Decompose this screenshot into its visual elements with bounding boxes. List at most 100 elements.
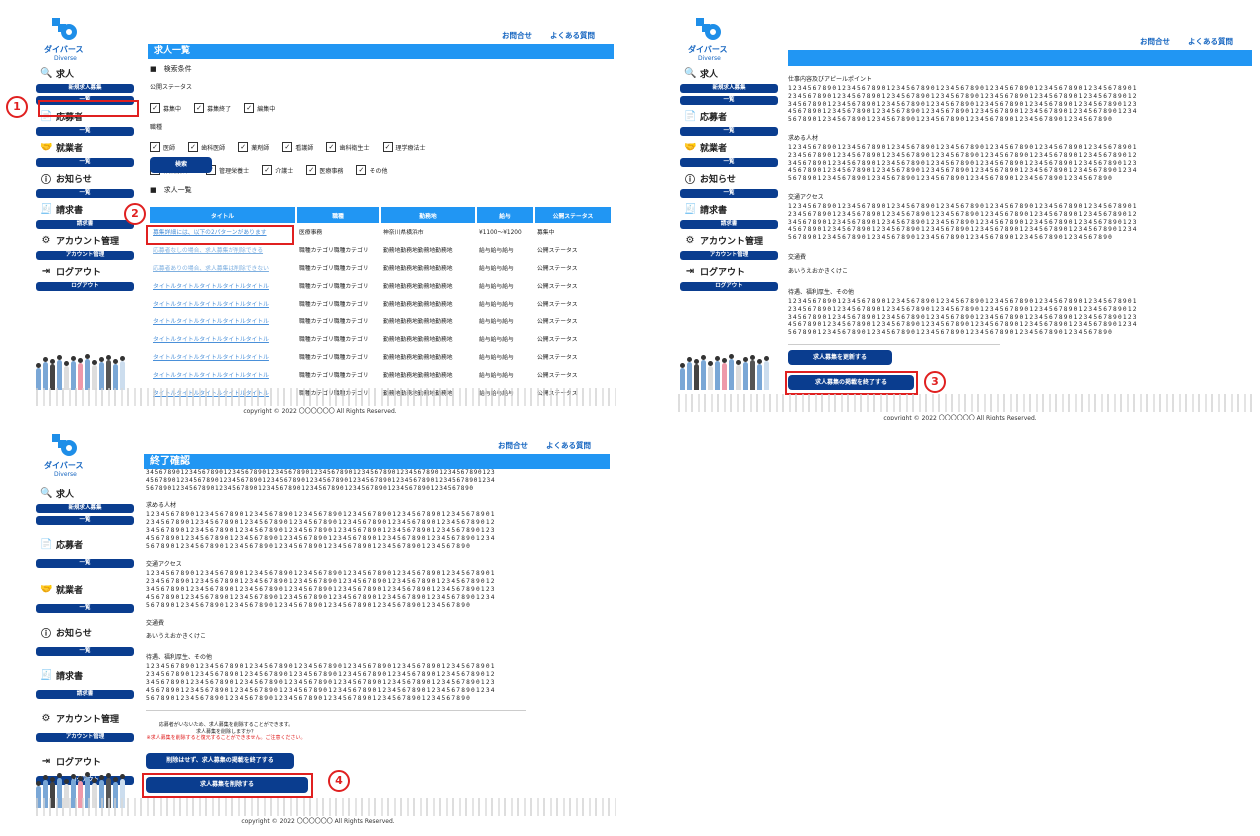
sidebar: ダイバース Diverse 🔍 求人 新規求人募集 一覧 📄 応募者 一覧 🤝 就業者… [36,18,140,390]
logo[interactable]: ダイバース Diverse [40,434,100,478]
search-conditions: ■ 検索条件 公開ステータス ✓ 募集中 ✓ 募集終了 ✓ 編集中 職種 ✓ 医師 ✓ 歯… [150,64,610,176]
job-list-button[interactable]: 一覧 [36,516,134,525]
column-header: 給与 [476,207,535,223]
table-row[interactable]: タイトルタイトルタイトルタイトルタイトル職種カテゴリ職種カテゴリ 勤務地勤務地勤務… [150,294,612,312]
field-value: 3456789012345678901234567890123456789012… [146,469,496,492]
table-row[interactable]: タイトルタイトルタイトルタイトルタイトル職種カテゴリ職種カテゴリ 勤務地勤務地勤務… [150,348,612,366]
divider [788,344,1000,345]
update-job-button[interactable]: 求人募集を更新する [788,350,892,365]
table-row[interactable]: タイトルタイトルタイトルタイトルタイトル職種カテゴリ職種カテゴリ 勤務地勤務地勤務… [150,276,612,294]
account-button[interactable]: アカウント管理 [36,733,134,742]
table-row[interactable]: タイトルタイトルタイトルタイトルタイトル職種カテゴリ職種カテゴリ 勤務地勤務地勤務… [150,330,612,348]
applicants-list-button[interactable]: 一覧 [680,127,778,136]
sidebar-section-jobs: 🔍 求人 [40,67,75,80]
status-checkbox[interactable]: ✓ 編集中 [244,103,275,113]
table-row[interactable]: タイトルタイトルタイトルタイトルタイトル職種カテゴリ職種カテゴリ 勤務地勤務地勤務… [150,312,612,330]
logo-subtext: Diverse [698,55,721,62]
table-cell: 公開ステータス [537,301,578,308]
occupation-checkbox[interactable]: ✓ 歯科衛生士 [326,142,369,152]
logo-subtext: Diverse [54,55,77,62]
new-job-button[interactable]: 新規求人募集 [36,84,134,93]
invoice-button[interactable]: 請求書 [36,220,134,229]
notices-list-button[interactable]: 一覧 [680,189,778,198]
job-title-link[interactable]: タイトルタイトルタイトルタイトルタイトル [150,348,296,366]
employees-list-button[interactable]: 一覧 [36,604,134,613]
contact-link[interactable]: お問合せ [498,440,528,451]
job-title-link[interactable]: タイトルタイトルタイトルタイトルタイトル [150,294,296,312]
search-heading: ■ 検索条件 [150,65,192,73]
end-without-delete-button[interactable]: 削除はせず、求人募集の掲載を終了する [146,753,294,769]
applicants-list-button[interactable]: 一覧 [36,127,134,136]
panel-job-list: ダイバース Diverse 🔍 求人 新規求人募集 一覧 📄 応募者 一覧 🤝 就業者… [0,0,630,420]
field-value: 1234567890123456789012345678901234567890… [146,511,496,550]
field-label: 待遇、福利厚生、その他 [788,288,855,296]
notices-list-button[interactable]: 一覧 [36,647,134,656]
occupation-checkbox[interactable]: ✓ 歯科医師 [188,142,225,152]
job-title-link[interactable]: タイトルタイトルタイトルタイトルタイトル [150,330,296,348]
table-row[interactable]: タイトルタイトルタイトルタイトルタイトル職種カテゴリ職種カテゴリ 勤務地勤務地勤務… [150,365,612,383]
faq-link[interactable]: よくある質問 [1188,36,1233,47]
job-title-link[interactable]: 応募者ありの場合、求人募集は削除できない [150,259,296,277]
faq-link[interactable]: よくある質問 [546,440,591,451]
contact-link[interactable]: お問合せ [1140,36,1170,47]
employees-list-button[interactable]: 一覧 [680,158,778,167]
new-job-button[interactable]: 新規求人募集 [36,504,134,513]
job-title-link[interactable]: タイトルタイトルタイトルタイトルタイトル [150,365,296,383]
sidebar-section-notices: ⓘ お知らせ [684,171,784,186]
invoice-button[interactable]: 請求書 [36,690,134,699]
search-button[interactable]: 検索 [150,157,212,173]
table-cell: 公開ステータス [537,354,578,361]
step-marker: 3 [924,371,946,393]
field-value: 1234567890123456789012345678901234567890… [788,85,1138,124]
highlight-box [38,100,139,117]
sidebar-section-jobs: 🔍 求人 [40,487,75,500]
city-skyline [36,388,616,406]
column-header: 職種 [296,207,381,223]
field-value: あいうえおかきくけこ [146,633,207,641]
occupation-checkbox[interactable]: ✓ 看護師 [282,142,313,152]
invoice-button[interactable]: 請求書 [680,220,778,229]
page-title: 求人一覧 [148,44,614,59]
table-row[interactable]: 応募者ありの場合、求人募集は削除できない 職種カテゴリ職種カテゴリ 勤務地勤務地勤務… [150,259,612,277]
account-button[interactable]: アカウント管理 [680,251,778,260]
sidebar-section-logout: ⇥ ログアウト [685,265,746,278]
city-skyline [678,394,1256,412]
status-checkbox[interactable]: ✓ 募集終了 [194,103,231,113]
employees-list-button[interactable]: 一覧 [36,158,134,167]
account-button[interactable]: アカウント管理 [36,251,134,260]
gear-icon: ⚙ [41,234,51,246]
field-label: 交通費 [146,620,165,628]
contact-link[interactable]: お問合せ [502,30,532,41]
logout-button[interactable]: ログアウト [36,282,134,291]
occupation-checkbox[interactable]: ✓ 医療事務 [306,165,343,175]
job-list-button[interactable]: 一覧 [680,96,778,105]
occupation-checkbox[interactable]: ✓管理栄養士 [206,165,249,175]
logo[interactable]: ダイバース Diverse [40,18,100,62]
notices-list-button[interactable]: 一覧 [36,189,134,198]
highlight-box [142,773,313,798]
applicants-list-button[interactable]: 一覧 [36,559,134,568]
table-header-row: タイトル 職種 勤務地 給与 公開ステータス [150,207,613,223]
highlight-box [785,371,918,395]
new-job-button[interactable]: 新規求人募集 [680,84,778,93]
occupation-checkbox[interactable]: ✓ 介護士 [262,165,293,175]
sidebar-section-logout: ⇥ ログアウト [41,755,102,768]
occupation-checkbox[interactable]: ✓ 医師 [150,142,175,152]
sidebar: ダイバース Diverse 🔍 求人 新規求人募集 一覧 📄 応募者 一覧 🤝 就業者… [36,434,140,808]
occupation-checkbox[interactable]: ✓ その他 [356,165,387,175]
city-skyline [36,798,616,816]
job-title-link[interactable]: タイトルタイトルタイトルタイトルタイトル [150,276,296,294]
occupation-checkbox[interactable]: ✓ 薬剤師 [238,142,269,152]
table-cell: 公開ステータス [537,265,578,272]
sidebar-section-account: ⚙ アカウント管理 [685,234,764,247]
faq-link[interactable]: よくある質問 [550,30,595,41]
job-title-link[interactable]: タイトルタイトルタイトルタイトルタイトル [150,312,296,330]
gear-icon: ⚙ [685,234,695,246]
logo-text: ダイバース [44,461,84,470]
logo[interactable]: ダイバース Diverse [684,18,744,62]
status-checkbox[interactable]: ✓ 募集中 [150,103,181,113]
table-cell: ¥1100～¥1200 [479,230,522,237]
logout-button[interactable]: ログアウト [680,282,778,291]
occupation-checkbox[interactable]: ✓ 理学療法士 [382,142,426,152]
gear-icon: ⚙ [41,712,51,724]
